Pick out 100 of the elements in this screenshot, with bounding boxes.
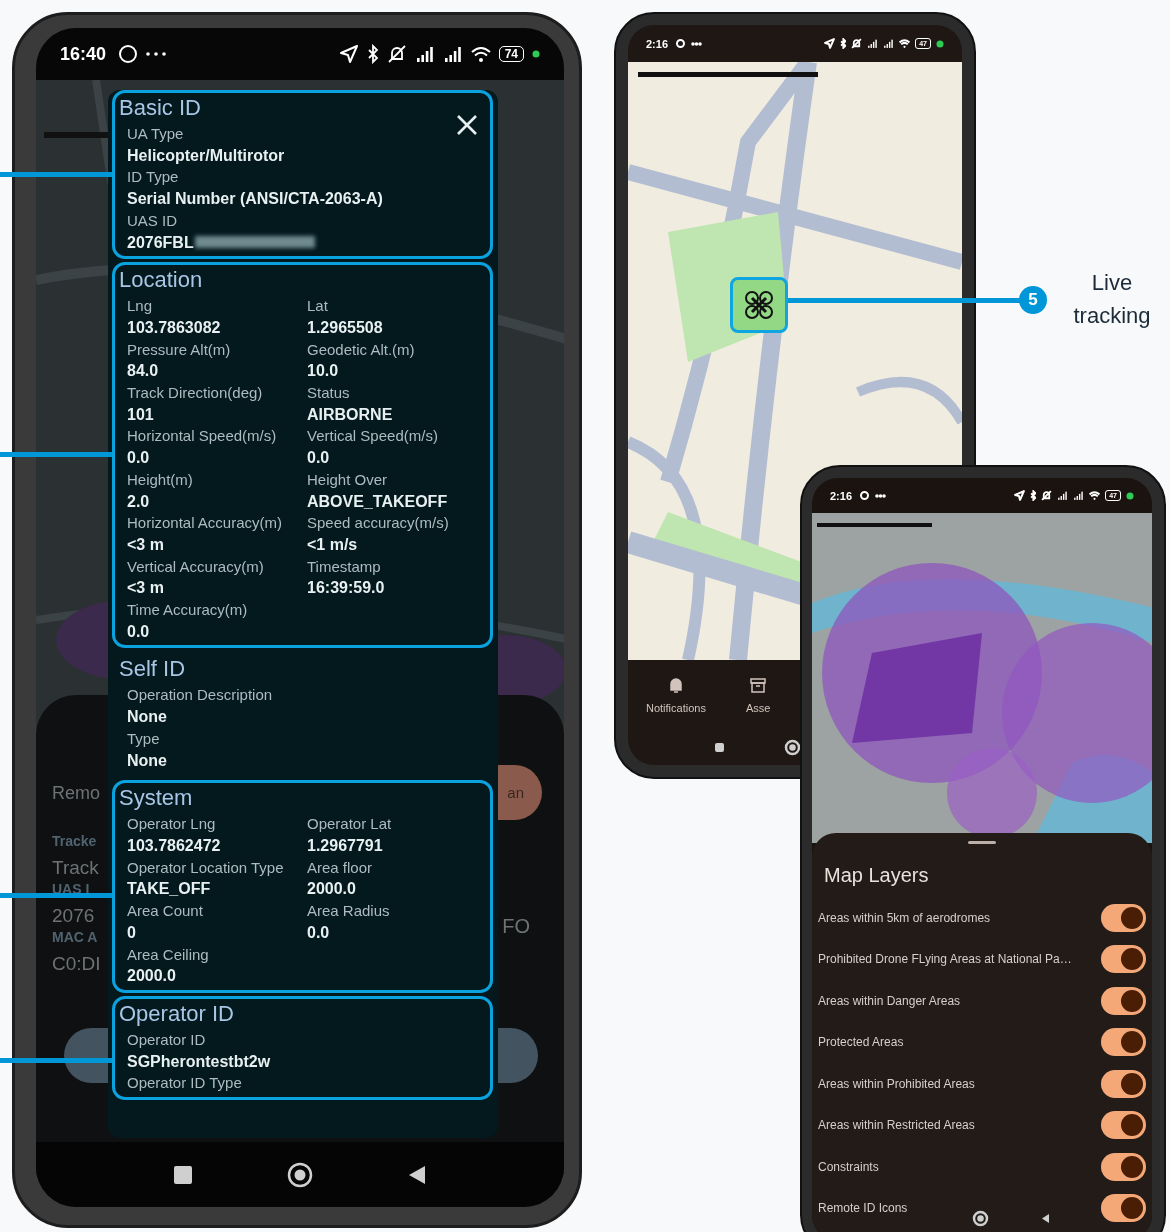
- layer-label: Constraints: [818, 1159, 879, 1174]
- drag-handle[interactable]: [968, 841, 996, 844]
- home-nav-icon[interactable]: [972, 1210, 989, 1227]
- more-dots-icon: [691, 41, 703, 46]
- nav-tab[interactable]: Notifications: [646, 676, 706, 714]
- layer-label: Remote ID Icons: [818, 1201, 908, 1216]
- wifi-icon: [1089, 490, 1101, 501]
- field-label: UA Type: [127, 124, 184, 144]
- field-value: 0: [127, 922, 136, 943]
- toggle-switch[interactable]: [1101, 945, 1146, 974]
- status-dot-icon: [1126, 491, 1134, 500]
- signal-bars-icon: [1073, 490, 1085, 501]
- muted-bell-icon: [851, 38, 863, 49]
- faded-text: Tracke: [52, 833, 97, 849]
- toggle-switch[interactable]: [1101, 1069, 1146, 1098]
- toggle-switch[interactable]: [1101, 1152, 1146, 1181]
- location-arrow-icon: [823, 38, 835, 49]
- field-value: 103.7862472: [127, 836, 221, 856]
- field-label: Status: [307, 383, 350, 404]
- field-label: Area Radius: [307, 901, 390, 922]
- sheet-title: Map Layers: [824, 864, 930, 887]
- tab-label: Notifications: [646, 702, 706, 714]
- field-label: Operation Description: [127, 685, 273, 706]
- field-value: 2000.0: [307, 879, 356, 900]
- toggle-switch[interactable]: [1101, 903, 1146, 932]
- more-dots-icon: [875, 493, 887, 498]
- field-value: <3 m: [127, 578, 164, 599]
- close-icon[interactable]: [456, 114, 478, 136]
- faded-text: FO: [502, 915, 530, 938]
- field-value: SGPherontestbt2w: [127, 1051, 271, 1072]
- faded-text: Remo: [52, 783, 100, 804]
- field-value: 0.0: [127, 621, 150, 642]
- layer-label: Areas within Restricted Areas: [818, 1118, 975, 1133]
- faded-text: C0:DI: [52, 953, 101, 975]
- status-time: 16:40: [60, 43, 107, 65]
- field-value: None: [127, 707, 167, 728]
- section-title: Location: [119, 266, 204, 294]
- field-label: Time Accuracy(m): [127, 600, 248, 621]
- layer-label: Areas within 5km of aerodromes: [818, 910, 991, 925]
- back-nav-icon[interactable]: [1039, 1212, 1052, 1225]
- field-value: 2000.0: [127, 966, 176, 987]
- faded-text: MAC A: [52, 929, 98, 945]
- field-value: None: [127, 750, 167, 771]
- nav-tab[interactable]: Asse: [745, 676, 771, 714]
- field-label: Height Over: [307, 469, 388, 490]
- field-value: AIRBORNE: [307, 404, 393, 425]
- field-label: Type: [127, 728, 160, 749]
- bluetooth-icon: [366, 44, 379, 64]
- field-label: Timestamp: [307, 556, 381, 577]
- toggle-switch[interactable]: [1101, 1028, 1146, 1057]
- square-nav-icon[interactable]: [172, 1163, 195, 1186]
- faded-text: 2076: [52, 905, 95, 927]
- field-label: Vertical Accuracy(m): [127, 556, 264, 577]
- section-title: System: [119, 784, 194, 812]
- layer-label: Prohibited Drone FLying Areas at National Pa…: [818, 952, 1072, 967]
- section-title: Operator ID: [119, 999, 235, 1027]
- toggle-switch[interactable]: [1101, 986, 1146, 1015]
- drone-icon: [744, 290, 774, 320]
- toggle-switch[interactable]: [1101, 1111, 1146, 1140]
- toggle-switch[interactable]: [1101, 1194, 1146, 1223]
- wifi-icon: [470, 44, 491, 64]
- home-nav-icon[interactable]: [287, 1161, 313, 1188]
- field-value: 84.0: [127, 361, 159, 382]
- layer-label: Areas within Danger Areas: [818, 993, 961, 1008]
- field-value: Serial Number (ANSI/CTA-2063-A): [127, 189, 383, 210]
- signal-bars-icon: [883, 38, 895, 49]
- status-time: 2:16: [830, 489, 853, 502]
- field-value: 10.0: [307, 361, 339, 382]
- field-label: Area Count: [127, 901, 203, 922]
- field-label: Vertical Speed(m/s): [307, 426, 438, 447]
- status-time: 2:16: [646, 37, 669, 50]
- battery-indicator: 74: [498, 46, 524, 62]
- section-title: Basic ID: [119, 94, 202, 121]
- square-nav-icon[interactable]: [713, 741, 726, 754]
- field-label: UAS ID: [127, 210, 177, 231]
- wifi-icon: [899, 38, 911, 49]
- field-value: 103.7863082: [127, 317, 221, 338]
- callout-label: Live tracking: [1072, 269, 1152, 330]
- tab-label: Asse: [745, 702, 771, 714]
- home-nav-icon[interactable]: [784, 739, 801, 756]
- field-label: Area Ceiling: [127, 944, 209, 965]
- chat-icon: [118, 44, 139, 64]
- field-value: 0.0: [127, 448, 150, 469]
- field-value: <1 m/s: [307, 534, 358, 555]
- field-value: TAKE_OFF: [127, 879, 211, 900]
- bluetooth-icon: [839, 38, 847, 49]
- signal-bars-icon: [414, 44, 435, 64]
- muted-bell-icon: [386, 44, 407, 64]
- field-label: Track Direction(deg): [127, 383, 263, 404]
- archive-icon: [749, 676, 768, 694]
- field-value: 1.2965508: [307, 317, 383, 338]
- muted-bell-icon: [1041, 490, 1053, 501]
- cloud-icon: [675, 38, 687, 49]
- drone-marker[interactable]: [730, 277, 788, 333]
- cloud-icon: [859, 490, 871, 501]
- field-label: Lat: [307, 296, 328, 317]
- field-label: Horizontal Speed(m/s): [127, 426, 277, 447]
- field-label: Operator Lat: [307, 814, 392, 835]
- field-label: Operator Lng: [127, 814, 216, 835]
- field-value: 0.0: [307, 448, 330, 469]
